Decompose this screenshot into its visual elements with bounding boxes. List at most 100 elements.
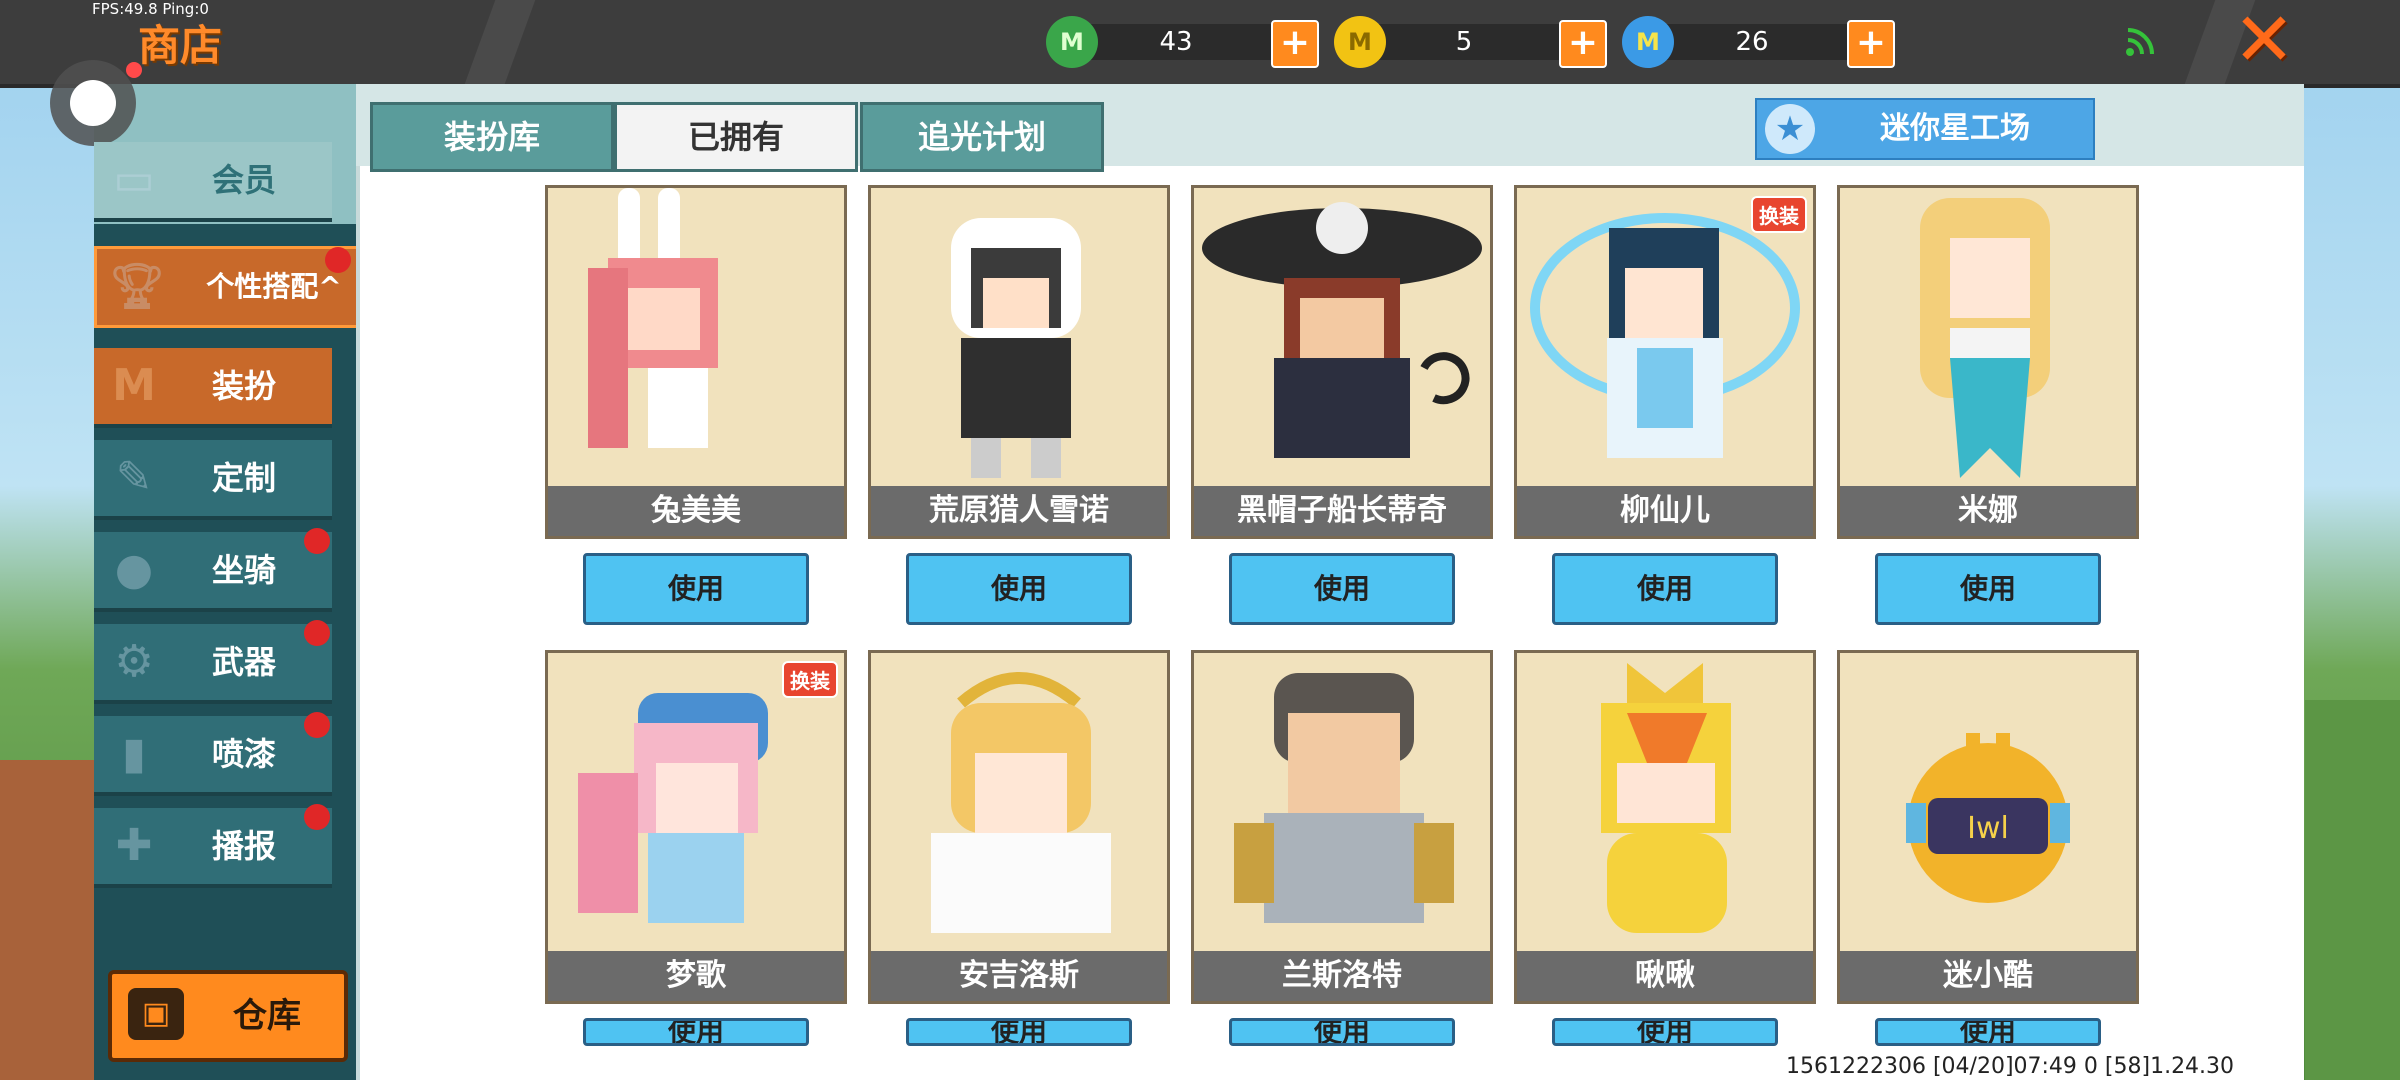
skin-name: 荒原猎人雪诺 xyxy=(871,486,1167,536)
notification-dot xyxy=(304,528,330,554)
add-green-gem-button[interactable]: + xyxy=(1271,20,1319,68)
change-outfit-badge: 换装 xyxy=(782,661,838,698)
character-portrait xyxy=(951,218,1081,478)
svg-text:Iwl: Iwl xyxy=(1967,811,2009,846)
joystick[interactable] xyxy=(50,60,142,146)
trophy-icon: 🏆︎ xyxy=(109,261,165,312)
green-gem-icon: M xyxy=(1046,16,1098,68)
background-block xyxy=(0,760,95,1080)
notification-dot xyxy=(304,712,330,738)
skin-card[interactable]: 兔美美 xyxy=(545,185,847,539)
skin-card[interactable]: 黑帽子船长蒂奇 xyxy=(1191,185,1493,539)
currency-value: 26 xyxy=(1735,27,1769,57)
star-icon: ★ xyxy=(1765,104,1815,154)
notification-dot xyxy=(304,804,330,830)
skin-name: 柳仙儿 xyxy=(1517,486,1813,536)
use-button[interactable]: 使用 xyxy=(583,553,809,625)
sidebar-item-broadcast[interactable]: ✚ 播报 xyxy=(94,804,332,888)
character-portrait: Iwl xyxy=(1906,733,2070,903)
sidebar-item-member[interactable]: ▭ 会员 xyxy=(94,142,332,222)
spray-icon: ▮ xyxy=(121,728,147,779)
sidebar-item-label: 坐骑 xyxy=(211,551,276,589)
skin-name: 迷小酷 xyxy=(1840,951,2136,1001)
chest-icon: ▣ xyxy=(128,988,184,1040)
sidebar-item-label: 武器 xyxy=(211,643,276,681)
sidebar-item-label: 喷漆 xyxy=(211,735,276,773)
skin-card[interactable]: 荒原猎人雪诺 xyxy=(868,185,1170,539)
close-button[interactable]: ✕ xyxy=(2228,3,2300,77)
use-button[interactable]: 使用 xyxy=(583,1018,809,1046)
character-portrait xyxy=(1234,673,1454,923)
skin-card[interactable]: 米娜 xyxy=(1837,185,2139,539)
use-button[interactable]: 使用 xyxy=(1229,1018,1455,1046)
sidebar-item-label: 定制 xyxy=(211,459,276,497)
skin-name: 兔美美 xyxy=(548,486,844,536)
character-portrait xyxy=(1530,213,1800,458)
content-divider xyxy=(356,166,360,1080)
skin-name: 啾啾 xyxy=(1517,951,1813,1001)
tab-owned[interactable]: 已拥有 xyxy=(614,102,858,172)
use-button[interactable]: 使用 xyxy=(1552,553,1778,625)
broadcast-icon: ✚ xyxy=(115,820,153,871)
blue-mini-coin-icon: M xyxy=(1622,16,1674,68)
skin-card[interactable]: 换装 柳仙儿 xyxy=(1514,185,1816,539)
sidebar-item-label: 会员 xyxy=(211,161,276,199)
use-button[interactable]: 使用 xyxy=(1875,1018,2101,1046)
use-button[interactable]: 使用 xyxy=(1229,553,1455,625)
skin-name: 黑帽子船长蒂奇 xyxy=(1194,486,1490,536)
character-portrait xyxy=(588,188,718,448)
skin-name: 安吉洛斯 xyxy=(871,951,1167,1001)
build-info: 1561222306 [04/20]07:49 0 [58]1.24.30 xyxy=(1786,1054,2235,1079)
gun-icon: ⚙ xyxy=(114,636,154,687)
top-bar-stripe xyxy=(464,0,536,84)
character-portrait xyxy=(931,672,1111,933)
skin-name: 梦歌 xyxy=(548,951,844,1001)
character-portrait xyxy=(1920,198,2050,478)
warehouse-button[interactable]: ▣ 仓库 xyxy=(108,970,348,1062)
joystick-knob[interactable] xyxy=(70,80,116,126)
sidebar-item-personal-style[interactable]: 🏆︎ 个性搭配^ xyxy=(94,246,360,328)
currency-value: 43 xyxy=(1159,27,1193,57)
skin-card[interactable]: 安吉洛斯 xyxy=(868,650,1170,1004)
use-button[interactable]: 使用 xyxy=(1875,553,2101,625)
background-grass xyxy=(2305,700,2400,1080)
currency-value: 5 xyxy=(1455,27,1473,57)
add-gold-coin-button[interactable]: + xyxy=(1559,20,1607,68)
member-icon: ▭ xyxy=(113,154,155,205)
notification-dot xyxy=(126,62,142,78)
sidebar-item-mount[interactable]: ● 坐骑 xyxy=(94,528,332,612)
signal-icon xyxy=(2124,24,2158,67)
pencil-icon: ✎ xyxy=(115,452,153,503)
sidebar-item-custom[interactable]: ✎ 定制 xyxy=(94,440,332,520)
footprint-icon: ● xyxy=(114,544,154,595)
sidebar-item-outfit[interactable]: M 装扮 xyxy=(94,348,332,428)
sidebar-item-label: 装扮 xyxy=(211,367,276,405)
sidebar-item-weapon[interactable]: ⚙ 武器 xyxy=(94,620,332,704)
sidebar-item-spray[interactable]: ▮ 喷漆 xyxy=(94,712,332,796)
shirt-icon: M xyxy=(112,360,156,411)
notification-dot xyxy=(304,620,330,646)
skin-name: 兰斯洛特 xyxy=(1194,951,1490,1001)
notification-dot xyxy=(325,247,351,273)
skin-card[interactable]: 兰斯洛特 xyxy=(1191,650,1493,1004)
tab-wardrobe[interactable]: 装扮库 xyxy=(370,102,614,172)
character-portrait xyxy=(1202,202,1482,458)
gold-coin-icon: M xyxy=(1334,16,1386,68)
warehouse-label: 仓库 xyxy=(233,996,301,1036)
skin-card[interactable]: 啾啾 xyxy=(1514,650,1816,1004)
sidebar-item-label: 播报 xyxy=(211,827,276,865)
workshop-label: 迷你星工场 xyxy=(1880,111,2030,146)
use-button[interactable]: 使用 xyxy=(1552,1018,1778,1046)
skin-card[interactable]: Iwl 迷小酷 xyxy=(1837,650,2139,1004)
mini-workshop-button[interactable]: ★ 迷你星工场 xyxy=(1755,98,2095,160)
change-outfit-badge: 换装 xyxy=(1751,196,1807,233)
skin-card[interactable]: 换装 梦歌 xyxy=(545,650,847,1004)
skin-name: 米娜 xyxy=(1840,486,2136,536)
character-portrait xyxy=(578,693,768,923)
use-button[interactable]: 使用 xyxy=(906,1018,1132,1046)
character-portrait xyxy=(1601,663,1731,933)
page-title: 商店 xyxy=(138,21,223,70)
use-button[interactable]: 使用 xyxy=(906,553,1132,625)
tab-chase-light[interactable]: 追光计划 xyxy=(860,102,1104,172)
add-mini-coin-button[interactable]: + xyxy=(1847,20,1895,68)
